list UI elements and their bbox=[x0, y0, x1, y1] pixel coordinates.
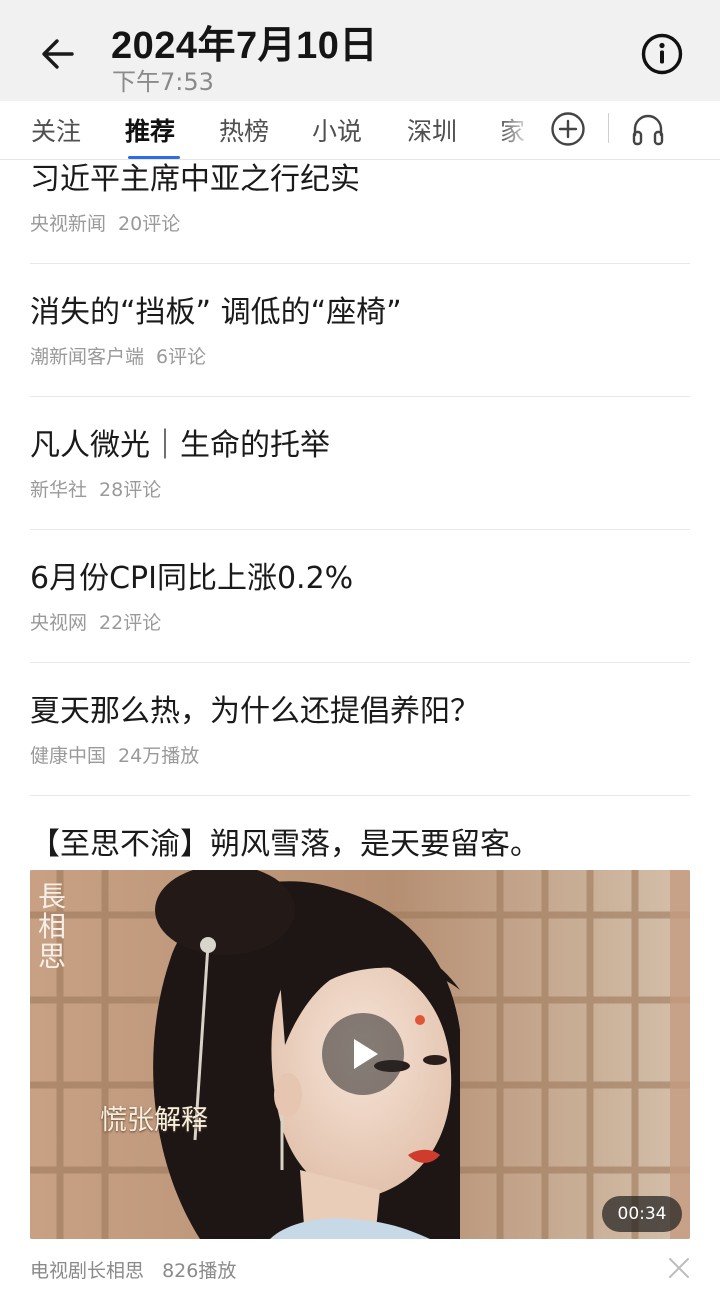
close-icon bbox=[669, 1258, 689, 1278]
feed-item[interactable]: 消失的“挡板” 调低的“座椅” 潮新闻客户端 6评论 bbox=[30, 294, 690, 369]
tab-follow[interactable]: 关注 bbox=[31, 112, 81, 148]
feed-meta: 健康中国 24万播放 bbox=[30, 741, 690, 768]
feed-headline: 消失的“挡板” 调低的“座椅” bbox=[30, 295, 402, 330]
tab-recommended[interactable]: 推荐 bbox=[125, 112, 175, 148]
thumbnail-logo: 長相思 bbox=[38, 880, 67, 973]
feed-divider bbox=[30, 396, 690, 397]
add-channel-button[interactable] bbox=[550, 111, 586, 147]
headphones-icon bbox=[632, 114, 664, 146]
thumbnail-caption: 慌张解释 bbox=[100, 1105, 208, 1136]
tab-overflow-fade bbox=[500, 101, 540, 159]
info-circle-icon bbox=[641, 33, 683, 75]
video-meta: 电视剧长相思 826播放 bbox=[30, 1256, 236, 1283]
video-duration-badge: 00:34 bbox=[602, 1196, 682, 1232]
feed-meta: 潮新闻客户端 6评论 bbox=[30, 342, 690, 369]
info-button[interactable] bbox=[640, 32, 684, 76]
feed-headline: 习近平主席中亚之行纪实 bbox=[30, 162, 360, 197]
feed-stat: 6评论 bbox=[156, 346, 207, 368]
plus-circle-icon bbox=[551, 112, 585, 146]
feed-divider bbox=[30, 529, 690, 530]
feed-stat: 20评论 bbox=[118, 213, 181, 235]
play-button[interactable] bbox=[322, 1013, 404, 1095]
feed-item[interactable]: 凡人微光｜生命的托举 新华社 28评论 bbox=[30, 427, 690, 502]
tab-novel[interactable]: 小说 bbox=[312, 112, 362, 148]
arrow-left-icon bbox=[42, 39, 74, 69]
feed-meta: 央视新闻 20评论 bbox=[30, 209, 690, 236]
video-headline: 【至思不渝】朔风雪落，是天要留客。 bbox=[30, 827, 540, 862]
feed-stat: 28评论 bbox=[99, 479, 162, 501]
app-header: 2024年7月10日 下午7:53 bbox=[0, 0, 720, 101]
feed-headline: 凡人微光｜生命的托举 bbox=[30, 428, 330, 463]
feed-meta: 央视网 22评论 bbox=[30, 608, 690, 635]
feed-headline: 夏天那么热，为什么还提倡养阳？ bbox=[30, 694, 480, 729]
feed-divider bbox=[30, 662, 690, 663]
play-icon bbox=[354, 1039, 378, 1069]
dismiss-button[interactable] bbox=[666, 1255, 692, 1281]
video-source: 电视剧长相思 bbox=[30, 1260, 145, 1282]
channel-tab-bar: 关注 推荐 热榜 小说 深圳 家 bbox=[0, 101, 720, 160]
video-item[interactable]: 【至思不渝】朔风雪落，是天要留客。 bbox=[30, 826, 690, 864]
active-tab-indicator bbox=[128, 156, 180, 159]
tab-hot-list[interactable]: 热榜 bbox=[219, 112, 269, 148]
feed-divider bbox=[30, 263, 690, 264]
feed-stat: 24万播放 bbox=[118, 745, 200, 767]
feed-headline: 6月份CPI同比上涨0.2% bbox=[30, 561, 354, 596]
feed-source: 新华社 bbox=[30, 479, 88, 501]
feed-meta: 新华社 28评论 bbox=[30, 475, 690, 502]
video-stat: 826播放 bbox=[162, 1260, 237, 1282]
feed-source: 潮新闻客户端 bbox=[30, 346, 145, 368]
feed-stat: 22评论 bbox=[99, 612, 162, 634]
page-subtitle-time: 下午7:53 bbox=[112, 68, 214, 96]
feed-source: 央视新闻 bbox=[30, 213, 107, 235]
feed-item[interactable]: 6月份CPI同比上涨0.2% 央视网 22评论 bbox=[30, 560, 690, 635]
feed-item[interactable]: 夏天那么热，为什么还提倡养阳？ 健康中国 24万播放 bbox=[30, 693, 690, 768]
feed-item[interactable]: 习近平主席中亚之行纪实 央视新闻 20评论 bbox=[30, 161, 690, 236]
back-button[interactable] bbox=[30, 26, 86, 82]
feed-source: 健康中国 bbox=[30, 745, 107, 767]
listen-button[interactable] bbox=[628, 109, 668, 149]
tab-shenzhen[interactable]: 深圳 bbox=[407, 112, 457, 148]
feed-source: 央视网 bbox=[30, 612, 88, 634]
page-title: 2024年7月10日 bbox=[111, 25, 378, 67]
feed-divider bbox=[30, 795, 690, 796]
tab-bar-divider bbox=[608, 113, 609, 143]
